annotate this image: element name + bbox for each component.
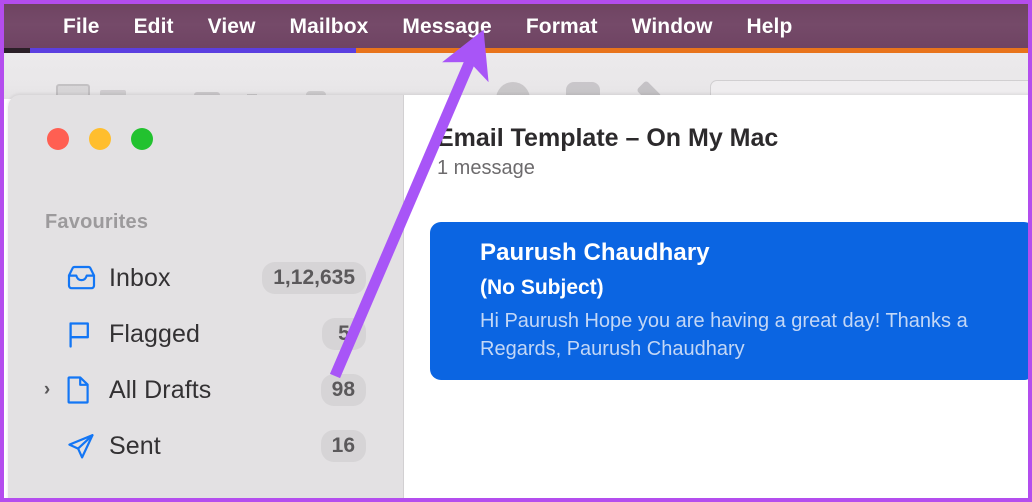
maximize-button[interactable] xyxy=(131,128,153,150)
accent-underline-blue xyxy=(4,48,356,53)
sidebar-item-label: Flagged xyxy=(109,319,201,348)
menu-item-view[interactable]: View xyxy=(191,4,273,50)
menu-item-message[interactable]: Message xyxy=(385,4,508,50)
screenshot-root: File Edit View Mailbox Message Format Wi… xyxy=(0,0,1032,502)
sidebar-item-badge: 98 xyxy=(320,373,366,407)
message-preview-line-1: Hi Paurush Hope you are having a great d… xyxy=(480,310,968,332)
sidebar-item-badge: 5 xyxy=(322,317,366,351)
mail-window: Favourites › Inbox 1,12,635 xyxy=(8,95,1028,498)
menu-bar: File Edit View Mailbox Message Format Wi… xyxy=(4,4,1028,50)
message-preview-line-2: Regards, Paurush Chaudhary xyxy=(480,338,745,361)
flag-icon xyxy=(66,320,100,349)
menu-item-mailbox[interactable]: Mailbox xyxy=(273,4,386,50)
chevron-right-icon[interactable]: › xyxy=(39,379,55,401)
sidebar-item-badge: 16 xyxy=(320,429,366,463)
sidebar-item-label: Inbox xyxy=(109,263,171,292)
apple-menu-icon[interactable] xyxy=(4,4,26,50)
document-icon xyxy=(66,375,100,405)
minimize-button[interactable] xyxy=(89,128,111,150)
menu-item-format[interactable]: Format xyxy=(509,4,615,50)
inbox-icon xyxy=(66,265,100,292)
message-count-label: 1 message xyxy=(437,157,535,179)
menu-item-file[interactable]: File xyxy=(46,4,117,50)
menu-item-help[interactable]: Help xyxy=(730,4,810,50)
accent-underline-dark xyxy=(4,48,30,53)
paper-plane-icon xyxy=(66,432,100,461)
close-button[interactable] xyxy=(47,128,69,150)
sidebar-section-favourites: Favourites xyxy=(45,211,149,233)
menu-item-window[interactable]: Window xyxy=(615,4,730,50)
sidebar-item-badge: 1,12,635 xyxy=(262,261,366,295)
sidebar-item-all-drafts[interactable]: › All Drafts 98 xyxy=(8,362,404,418)
sidebar-nav-list: › Inbox 1,12,635 › xyxy=(8,250,404,474)
mailbox-title: Email Template – On My Mac xyxy=(437,124,779,152)
menu-item-edit[interactable]: Edit xyxy=(117,4,191,50)
sidebar-item-label: Sent xyxy=(109,431,161,460)
sidebar-item-label: All Drafts xyxy=(109,375,212,404)
sidebar-item-flagged[interactable]: › Flagged 5 xyxy=(8,306,404,362)
message-list-pane: Email Template – On My Mac 1 message Pau… xyxy=(404,95,1028,498)
window-traffic-lights xyxy=(47,128,153,150)
accent-underline-orange xyxy=(356,48,1028,53)
sidebar-item-inbox[interactable]: › Inbox 1,12,635 xyxy=(8,250,404,306)
mail-sidebar: Favourites › Inbox 1,12,635 xyxy=(8,95,404,498)
accent-underline xyxy=(4,48,1028,53)
message-subject: (No Subject) xyxy=(480,276,604,299)
sidebar-item-sent[interactable]: › Sent 16 xyxy=(8,418,404,474)
message-list-item[interactable]: Paurush Chaudhary (No Subject) Hi Paurus… xyxy=(430,222,1028,380)
message-sender: Paurush Chaudhary xyxy=(480,239,710,266)
